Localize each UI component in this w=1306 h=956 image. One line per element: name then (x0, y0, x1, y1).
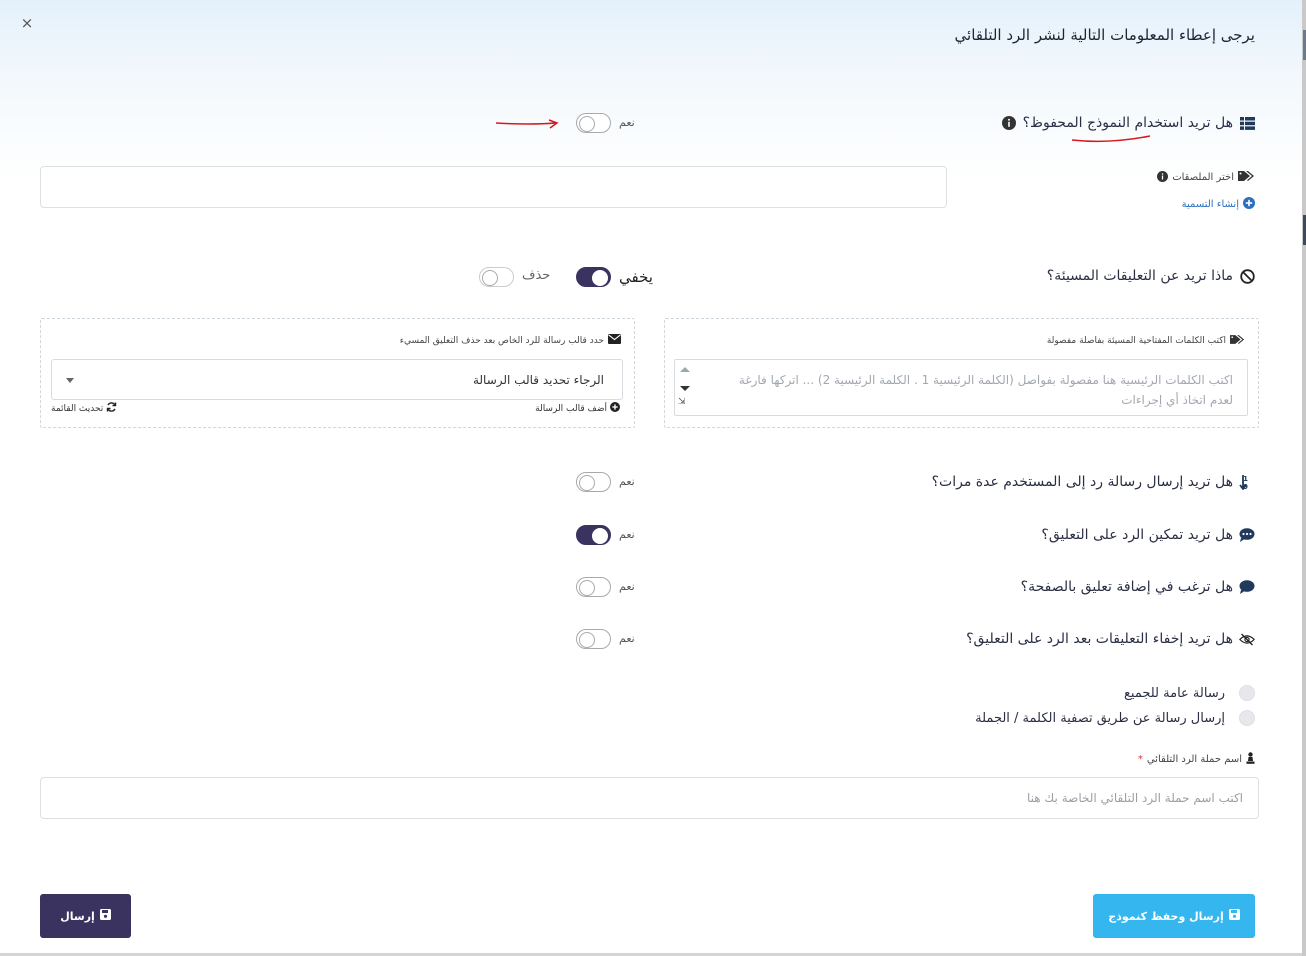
save-icon (99, 909, 111, 923)
plus-circle-icon (610, 402, 620, 415)
radio-filter-message-label: إرسال رسالة عن طريق تصفية الكلمة / الجمل… (975, 710, 1225, 726)
table-list-icon (1239, 115, 1255, 131)
offensive-comments-question-text: ماذا تريد عن التعليقات المسيئة؟ (1046, 268, 1233, 284)
info-circle-icon[interactable] (1001, 115, 1017, 131)
save-icon (1228, 909, 1240, 923)
envelope-icon (608, 334, 621, 347)
campaign-name-input[interactable]: اكتب اسم حملة الرد التلقائي الخاصة بك هن… (40, 777, 1259, 819)
underline-annotation (1071, 135, 1151, 143)
refresh-list-text: تحديث القائمة (51, 403, 104, 414)
info-circle-icon[interactable] (1157, 170, 1169, 185)
question-add-page-comment-text: هل ترغب في إضافة تعليق بالصفحة؟ (1020, 579, 1233, 595)
labels-label-text: اختر الملصقات (1172, 172, 1234, 183)
comment-dots-icon (1239, 527, 1255, 543)
campaign-name-label: اسم حملة الرد التلقائي * (1138, 752, 1255, 767)
comment-icon (1239, 579, 1255, 595)
arrow-annotation (495, 119, 559, 129)
submit-save-template-label: إرسال وحفظ كنموذج (1108, 909, 1224, 923)
campaign-name-placeholder: اكتب اسم حملة الرد التلقائي الخاصة بك هن… (1027, 791, 1243, 805)
sort-numeric-icon: 19 (1239, 474, 1255, 490)
keywords-label: اكتب الكلمات المفتاحية المسيئة بفاصلة مف… (1047, 334, 1245, 348)
saved-template-question-text: هل تريد استخدام النموذج المحفوظ؟ (1022, 115, 1233, 131)
radio-button[interactable] (1239, 710, 1255, 726)
labels-input[interactable] (40, 166, 947, 208)
message-template-selected: الرجاء تحديد قالب الرسالة (472, 372, 604, 387)
submit-button-label: إرسال (60, 909, 95, 923)
question-hide-after-reply-text: هل تريد إخفاء التعليقات بعد الرد على الت… (966, 631, 1233, 647)
message-template-select[interactable]: الرجاء تحديد قالب الرسالة (51, 359, 623, 400)
scroll-up-icon[interactable] (680, 367, 690, 372)
saved-template-question: هل تريد استخدام النموذج المحفوظ؟ (1001, 115, 1255, 131)
hide-option-label: يخفي (619, 268, 653, 286)
hide-after-reply-toggle-label: نعم (619, 632, 635, 645)
modal-title: يرجى إعطاء المعلومات التالية لنشر الرد ا… (954, 26, 1255, 44)
saved-template-toggle-label: نعم (619, 116, 635, 129)
radio-filter-message[interactable]: إرسال رسالة عن طريق تصفية الكلمة / الجمل… (975, 710, 1255, 726)
keywords-placeholder-line1: اكتب الكلمات الرئيسية هنا مفصولة بفواصل … (738, 373, 1233, 387)
autoreply-modal: × يرجى إعطاء المعلومات التالية لنشر الرد… (0, 0, 1302, 953)
chess-pawn-icon (1246, 752, 1255, 767)
keywords-placeholder-line2: لعدم اتخاذ أي إجراءات (1121, 393, 1233, 407)
tags-icon (1230, 334, 1245, 348)
enable-comment-reply-toggle[interactable] (576, 525, 611, 545)
delete-option-label: حذف (522, 268, 551, 283)
message-template-label: حدد قالب رسالة للرد الخاص بعد حذف التعلي… (400, 334, 621, 347)
svg-text:9: 9 (1243, 483, 1248, 490)
message-template-label-text: حدد قالب رسالة للرد الخاص بعد حذف التعلي… (399, 335, 604, 346)
hide-after-reply-toggle[interactable] (576, 629, 611, 649)
submit-button[interactable]: إرسال (40, 894, 131, 938)
add-message-template-text: أضف قالب الرسالة (535, 403, 607, 414)
multiple-replies-toggle[interactable] (576, 472, 611, 492)
question-add-page-comment: هل ترغب في إضافة تعليق بالصفحة؟ (1021, 579, 1255, 595)
multiple-replies-toggle-label: نعم (619, 475, 635, 488)
saved-template-toggle[interactable] (576, 113, 611, 133)
create-label-link[interactable]: إنشاء التسمية (1182, 197, 1255, 212)
question-enable-comment-reply-text: هل تريد تمكين الرد على التعليق؟ (1041, 527, 1233, 543)
hide-offensive-toggle[interactable] (576, 267, 611, 287)
question-multiple-replies-text: هل تريد إرسال رسالة رد إلى المستخدم عدة … (931, 474, 1233, 490)
tags-icon (1238, 170, 1255, 185)
question-multiple-replies: 19 هل تريد إرسال رسالة رد إلى المستخدم ع… (932, 474, 1255, 490)
labels-field-label: اختر الملصقات (1157, 170, 1255, 185)
close-icon[interactable]: × (18, 14, 36, 32)
sync-icon (106, 402, 117, 415)
submit-save-template-button[interactable]: إرسال وحفظ كنموذج (1093, 894, 1255, 938)
radio-general-message[interactable]: رسالة عامة للجميع (1124, 685, 1255, 701)
chevron-down-icon (66, 378, 74, 383)
window-edge (1302, 0, 1306, 956)
question-enable-comment-reply: هل تريد تمكين الرد على التعليق؟ (1041, 527, 1255, 543)
create-label-text: إنشاء التسمية (1181, 199, 1239, 210)
keywords-label-text: اكتب الكلمات المفتاحية المسيئة بفاصلة مف… (1046, 336, 1226, 346)
textarea-scroll-control[interactable]: ⇲ (675, 360, 695, 415)
radio-general-message-label: رسالة عامة للجميع (1124, 685, 1225, 701)
radio-button[interactable] (1239, 685, 1255, 701)
required-mark: * (1137, 754, 1143, 765)
ban-icon (1239, 268, 1255, 284)
plus-circle-icon (1243, 197, 1255, 212)
keywords-textarea[interactable]: اكتب الكلمات الرئيسية هنا مفصولة بفواصل … (674, 359, 1248, 416)
enable-comment-reply-toggle-label: نعم (619, 528, 635, 541)
offensive-comments-question: ماذا تريد عن التعليقات المسيئة؟ (1047, 268, 1255, 284)
delete-offensive-toggle[interactable] (479, 267, 514, 287)
campaign-name-label-text: اسم حملة الرد التلقائي (1146, 754, 1242, 765)
add-page-comment-toggle-label: نعم (619, 580, 635, 593)
resize-grip-icon[interactable]: ⇲ (678, 392, 686, 412)
svg-text:1: 1 (1243, 475, 1248, 483)
refresh-list-link[interactable]: تحديث القائمة (51, 402, 117, 415)
add-page-comment-toggle[interactable] (576, 577, 611, 597)
scroll-down-icon[interactable] (680, 386, 690, 391)
add-message-template-link[interactable]: أضف قالب الرسالة (535, 402, 620, 415)
question-hide-after-reply: هل تريد إخفاء التعليقات بعد الرد على الت… (966, 631, 1255, 647)
eye-slash-icon (1239, 631, 1255, 647)
